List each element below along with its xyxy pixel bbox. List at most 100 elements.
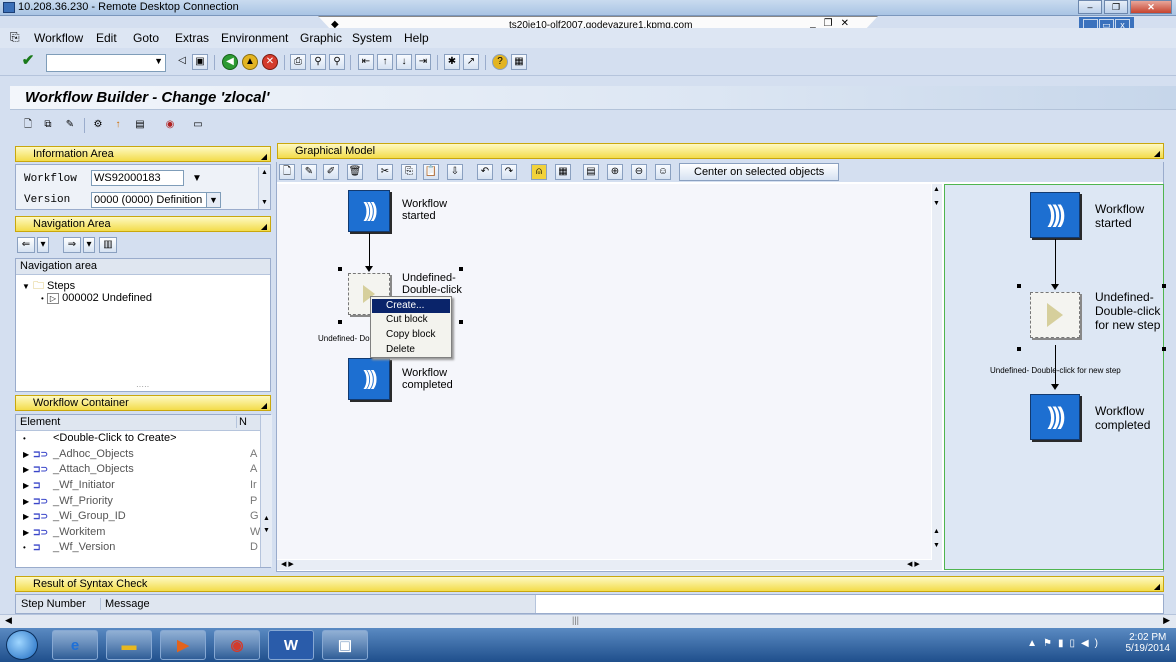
expand-icon[interactable]: ▶ <box>23 497 29 506</box>
scroll-left-icon[interactable]: ◀ <box>5 615 12 626</box>
list-item[interactable]: • ⊐ _Wf_Version D <box>16 541 260 553</box>
layout-icon[interactable]: ▭ <box>190 118 206 134</box>
start-button[interactable] <box>6 630 38 660</box>
panel-expand-icon[interactable]: ◢ <box>1154 147 1160 161</box>
cut-icon[interactable]: ✂ <box>377 164 393 180</box>
context-copy-block[interactable]: Copy block <box>372 328 450 342</box>
scroll-down-icon[interactable]: ▼ <box>933 542 940 549</box>
basic-data-icon[interactable]: ⚙ <box>90 118 106 134</box>
list-item[interactable]: • <Double-Click to Create> <box>16 432 260 447</box>
list-item[interactable]: ▶ ⊐⊃ _Wf_Priority P <box>16 495 260 510</box>
nav-forward-icon[interactable]: ⇒ <box>63 237 81 253</box>
insert-icon[interactable]: ⇩ <box>447 164 463 180</box>
version-dropdown-icon[interactable]: ▼ <box>206 192 221 208</box>
scroll-up-icon[interactable]: ▲ <box>933 186 940 193</box>
clock[interactable]: 2:02 PM 5/19/2014 <box>1126 632 1171 654</box>
exit-icon[interactable]: ▲ <box>242 54 258 70</box>
list-item[interactable]: ▶ ⊐⊃ _Wi_Group_ID G <box>16 510 260 525</box>
other-workflow-icon[interactable]: ⧉ <box>40 118 56 134</box>
scroll-down-icon[interactable]: ▼ <box>261 525 272 536</box>
workflow-dropdown-icon[interactable]: ▼ <box>192 173 202 184</box>
overview-workflow-completed-node[interactable]: ))) <box>1030 394 1080 440</box>
scroll-right-icon[interactable]: ▶ <box>1163 615 1170 626</box>
context-create[interactable]: Create... <box>372 299 450 313</box>
delete-icon[interactable]: 🗑 <box>347 164 363 180</box>
new-icon[interactable]: 🗋 <box>279 164 295 180</box>
scroll-up-icon[interactable]: ▲ <box>933 528 940 535</box>
list-item[interactable]: ▶ ⊐⊃ _Workitem W <box>16 526 260 541</box>
expand-icon[interactable]: ▶ <box>23 512 29 521</box>
splitter-grip[interactable]: ····· <box>136 382 149 391</box>
media-player-icon[interactable]: ▶ <box>160 630 206 660</box>
print-icon[interactable]: ⎙ <box>290 54 306 70</box>
edit-pencil-icon[interactable]: ✎ <box>301 164 317 180</box>
restore-button[interactable]: ❐ <box>1104 0 1128 14</box>
chevron-down-icon[interactable]: ▼ <box>154 56 163 66</box>
new-document-icon[interactable]: 🗋 <box>20 118 36 134</box>
activate-icon[interactable]: ↑ <box>110 118 126 134</box>
shortcut-icon[interactable]: ↗ <box>463 54 479 70</box>
scroll-up-icon[interactable]: ▲ <box>261 513 272 524</box>
scroll-up-icon[interactable]: ▲ <box>259 167 270 178</box>
graphical-model-header[interactable]: Graphical Model ◢ <box>277 143 1164 159</box>
enter-check-icon[interactable]: ✔ <box>20 53 36 70</box>
paste-icon[interactable]: 📋 <box>423 164 439 180</box>
menu-help[interactable]: Help <box>404 31 429 45</box>
overview-canvas[interactable] <box>944 184 1164 570</box>
redo-icon[interactable]: ↷ <box>501 164 517 180</box>
command-field[interactable]: ▼ <box>46 54 166 72</box>
tree-node-step[interactable]: • ▷ 000002 Undefined <box>41 292 152 304</box>
grid-icon[interactable]: ▦ <box>555 164 571 180</box>
scroll-down-icon[interactable]: ▼ <box>933 200 940 207</box>
dispatch-icon[interactable]: ◉ <box>162 118 178 134</box>
col-message[interactable]: Message <box>100 598 150 610</box>
back-triangle-icon[interactable]: ◁ <box>174 54 190 70</box>
workflow-field[interactable]: WS92000183 <box>91 170 184 186</box>
scroll-left-icon[interactable]: ◀ ▶ <box>281 560 294 568</box>
col-step-number[interactable]: Step Number <box>21 598 86 610</box>
outline-icon[interactable]: ▤ <box>583 164 599 180</box>
last-page-icon[interactable]: ⇥ <box>415 54 431 70</box>
check-icon[interactable]: ✎ <box>62 118 78 134</box>
help-icon[interactable]: ? <box>492 54 508 70</box>
menu-system[interactable]: System <box>352 31 392 45</box>
canvas-horizontal-scrollbar[interactable]: ◀ ▶ ◀ ▶ <box>277 560 942 570</box>
center-selected-button[interactable]: Center on selected objects <box>679 163 840 181</box>
undo-icon[interactable]: ↶ <box>477 164 493 180</box>
word-icon[interactable]: W <box>268 630 314 660</box>
cancel-icon[interactable]: ✕ <box>262 54 278 70</box>
menu-graphic[interactable]: Graphic <box>300 31 342 45</box>
system-menu-icon[interactable]: ⎘ <box>10 30 20 45</box>
close-button[interactable]: ✕ <box>1130 0 1172 14</box>
menu-workflow[interactable]: Workflow <box>34 31 83 45</box>
next-page-icon[interactable]: ↓ <box>396 54 412 70</box>
panel-expand-icon[interactable]: ◢ <box>261 150 267 164</box>
menu-environment[interactable]: Environment <box>221 31 288 45</box>
nav-back-icon[interactable]: ⇐ <box>17 237 35 253</box>
zoom-out-icon[interactable]: ⊖ <box>631 164 647 180</box>
expand-icon[interactable]: ▶ <box>23 528 29 537</box>
save-icon[interactable]: ▣ <box>192 54 208 70</box>
info-area-header[interactable]: Information Area ◢ <box>15 146 271 162</box>
syntax-check-header[interactable]: Result of Syntax Check ◢ <box>15 576 1164 592</box>
expand-icon[interactable]: ▶ <box>23 450 29 459</box>
remote-desktop-taskbar-icon[interactable]: ▣ <box>322 630 368 660</box>
minimize-button[interactable]: – <box>1078 0 1102 14</box>
previous-page-icon[interactable]: ↑ <box>377 54 393 70</box>
workflow-started-node[interactable]: ))) <box>348 190 390 232</box>
list-item[interactable]: ▶ ⊐ _Wf_Initiator Ir <box>16 479 260 494</box>
context-cut-block[interactable]: Cut block <box>372 313 450 327</box>
info-scrollbar[interactable]: ▲ ▼ <box>258 167 270 209</box>
navigation-area-header[interactable]: Navigation Area ◢ <box>15 216 271 232</box>
system-tray-icons[interactable]: ▲⚑▮▯◀) <box>1027 638 1104 649</box>
expand-icon[interactable]: ▶ <box>23 465 29 474</box>
workflow-container-header[interactable]: Workflow Container ◢ <box>15 395 271 411</box>
nav-back-menu-icon[interactable]: ▾ <box>37 237 49 253</box>
change-icon[interactable]: ✐ <box>323 164 339 180</box>
explorer-folder-icon[interactable]: ▬ <box>106 630 152 660</box>
panel-expand-icon[interactable]: ◢ <box>261 399 267 413</box>
splitter-grip[interactable]: ||| <box>572 615 579 625</box>
list-item[interactable]: ▶ ⊐⊃ _Attach_Objects A <box>16 463 260 478</box>
list-item[interactable]: ▶ ⊐⊃ _Adhoc_Objects A <box>16 448 260 463</box>
scroll-down-icon[interactable]: ▼ <box>259 197 270 208</box>
